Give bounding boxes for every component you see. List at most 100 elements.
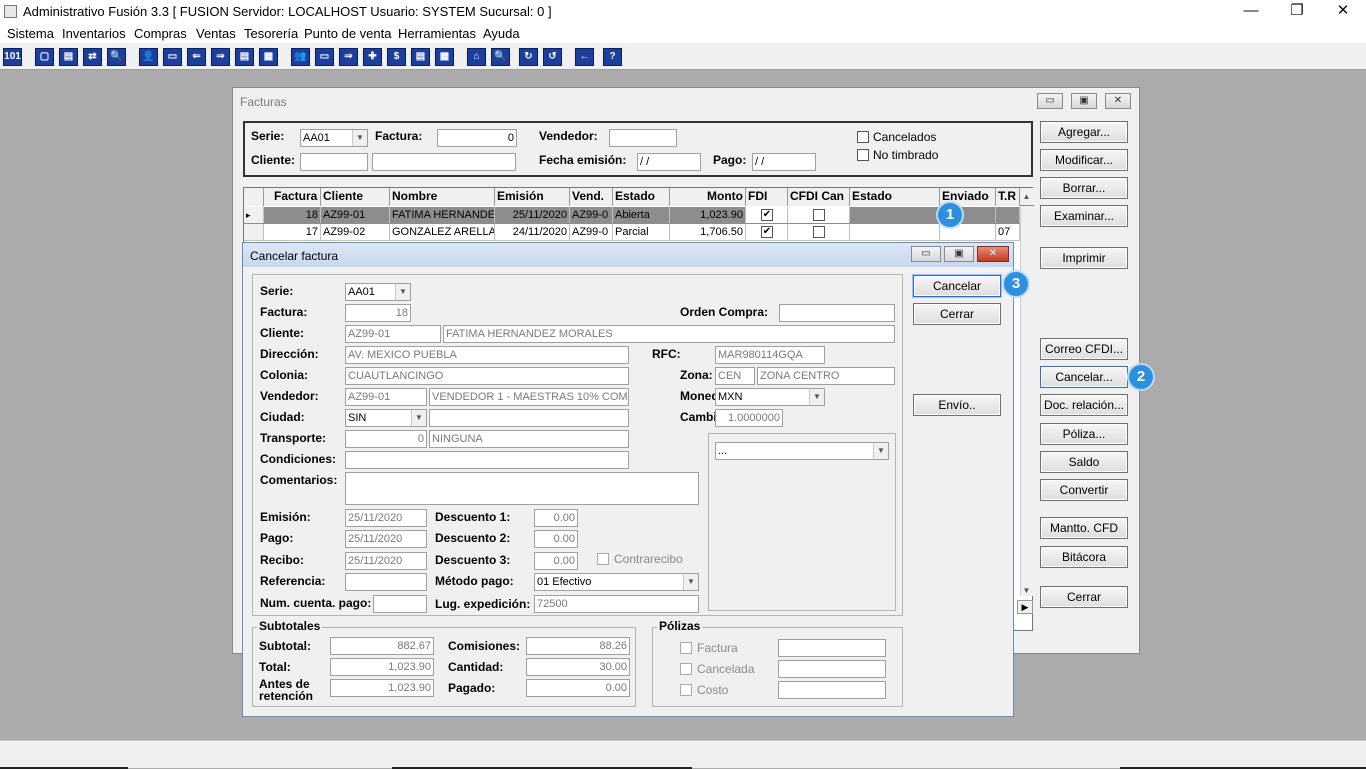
- extra-select[interactable]: ... ▼: [715, 442, 889, 460]
- toolbar-zoom-icon[interactable]: 🔍: [491, 48, 510, 66]
- modificar-button[interactable]: Modificar...: [1040, 149, 1128, 171]
- no-timbrado-checkbox[interactable]: [857, 149, 869, 161]
- menu-punto-de-venta[interactable]: Punto de venta: [304, 26, 391, 41]
- menu-sistema[interactable]: Sistema: [7, 26, 54, 41]
- menu-ventas[interactable]: Ventas: [196, 26, 236, 41]
- convertir-button[interactable]: Convertir: [1040, 479, 1128, 501]
- toolbar-dollar-icon[interactable]: $: [387, 48, 406, 66]
- borrar-button[interactable]: Borrar...: [1040, 177, 1128, 199]
- cancelados-checkbox[interactable]: [857, 131, 869, 143]
- toolbar-report-icon[interactable]: ▤: [411, 48, 430, 66]
- menu-tesoreria[interactable]: Tesorería: [244, 26, 298, 41]
- referencia-input[interactable]: [345, 573, 427, 591]
- cancelar-factura-button[interactable]: Cancelar...: [1040, 366, 1128, 388]
- toolbar-list-icon[interactable]: ▤: [59, 48, 78, 66]
- toolbar-home-icon[interactable]: ⌂: [467, 48, 486, 66]
- toolbar-arrow-left-icon[interactable]: ⇐: [187, 48, 206, 66]
- toolbar-101-icon[interactable]: 101: [3, 48, 22, 66]
- bitacora-button[interactable]: Bitácora: [1040, 546, 1128, 568]
- toolbar-refresh-icon[interactable]: ↻: [519, 48, 538, 66]
- envio-button[interactable]: Envío..: [913, 394, 1001, 416]
- scroll-up-icon[interactable]: ▲: [1020, 188, 1033, 206]
- confirmar-cancelar-button[interactable]: Cancelar: [913, 275, 1001, 297]
- toolbar-search-icon[interactable]: 🔍: [107, 48, 126, 66]
- orden-compra-input[interactable]: [779, 304, 895, 322]
- poliza-costo-checkbox[interactable]: [680, 684, 692, 696]
- menu-compras[interactable]: Compras: [134, 26, 187, 41]
- cerrar-facturas-button[interactable]: Cerrar: [1040, 586, 1128, 608]
- menu-herramientas[interactable]: Herramientas: [398, 26, 476, 41]
- moneda-select[interactable]: MXN ▼: [715, 388, 825, 406]
- cliente-name-input[interactable]: [372, 153, 516, 171]
- col-monto[interactable]: Monto: [670, 188, 746, 206]
- fdi-checkbox[interactable]: ✔: [761, 209, 773, 221]
- table-row[interactable]: 17 AZ99-02 GONZALEZ ARELLAN 24/11/2020 A…: [244, 224, 1020, 241]
- vendedor-input[interactable]: [609, 129, 677, 147]
- dialog-close-button[interactable]: ✕: [977, 246, 1009, 262]
- poliza-cancelada-checkbox[interactable]: [680, 663, 692, 675]
- col-cfdi-can[interactable]: CFDI Can: [788, 188, 850, 206]
- metodo-pago-select[interactable]: 01 Efectivo ▼: [534, 573, 699, 591]
- doc-relacion-button[interactable]: Doc. relación...: [1040, 394, 1128, 416]
- num-cuenta-pago-input[interactable]: [373, 595, 427, 613]
- saldo-button[interactable]: Saldo: [1040, 451, 1128, 473]
- toolbar-help-icon[interactable]: ?: [603, 48, 622, 66]
- toolbar-box-icon[interactable]: ▭: [163, 48, 182, 66]
- col-estado[interactable]: Estado: [613, 188, 670, 206]
- toolbar-folder-icon[interactable]: ▭: [315, 48, 334, 66]
- col-cliente[interactable]: Cliente: [321, 188, 390, 206]
- menu-ayuda[interactable]: Ayuda: [483, 26, 520, 41]
- col-vend[interactable]: Vend.: [570, 188, 613, 206]
- col-fdi[interactable]: FDI: [746, 188, 788, 206]
- toolbar-plus-icon[interactable]: ✚: [363, 48, 382, 66]
- cliente-code-input[interactable]: [300, 153, 368, 171]
- restore-button[interactable]: ❐: [1274, 0, 1320, 23]
- scroll-right-icon[interactable]: ▶: [1017, 600, 1033, 614]
- toolbar-user-icon[interactable]: 👤: [139, 48, 158, 66]
- scroll-down-icon[interactable]: ▼: [1020, 584, 1033, 598]
- menu-inventarios[interactable]: Inventarios: [62, 26, 126, 41]
- cfdi-can-checkbox[interactable]: [813, 209, 825, 221]
- poliza-factura-checkbox[interactable]: [680, 642, 692, 654]
- poliza-button[interactable]: Póliza...: [1040, 423, 1128, 445]
- col-estado-2[interactable]: Estado: [850, 188, 940, 206]
- close-button[interactable]: ✕: [1320, 0, 1366, 23]
- pago-input[interactable]: / /: [752, 153, 816, 171]
- facturas-close-button[interactable]: ✕: [1105, 93, 1131, 109]
- serie-select[interactable]: AA01 ▼: [300, 129, 368, 147]
- comentarios-textarea[interactable]: [345, 472, 699, 505]
- col-emision[interactable]: Emisión: [495, 188, 570, 206]
- correo-cfdi-button[interactable]: Correo CFDI...: [1040, 338, 1128, 360]
- dialog-maximize-button[interactable]: ▣: [944, 246, 974, 262]
- imprimir-button[interactable]: Imprimir: [1040, 247, 1128, 269]
- col-nombre[interactable]: Nombre: [390, 188, 495, 206]
- toolbar-undo-icon[interactable]: ↺: [543, 48, 562, 66]
- toolbar-grid-icon[interactable]: ▦: [259, 48, 278, 66]
- toolbar-table-icon[interactable]: ▦: [435, 48, 454, 66]
- cfdi-can-checkbox[interactable]: [813, 226, 825, 238]
- mantto-cfd-button[interactable]: Mantto. CFD: [1040, 517, 1128, 539]
- fecha-emision-input[interactable]: / /: [637, 153, 701, 171]
- agregar-button[interactable]: Agregar...: [1040, 121, 1128, 143]
- contrarecibo-checkbox[interactable]: [597, 553, 609, 565]
- toolbar-users-icon[interactable]: 👥: [291, 48, 310, 66]
- toolbar-document-icon[interactable]: ▤: [235, 48, 254, 66]
- table-row[interactable]: ▸ 18 AZ99-01 FATIMA HERNANDEZ 25/11/2020…: [244, 207, 1020, 224]
- fdi-checkbox[interactable]: ✔: [761, 226, 773, 238]
- col-tr[interactable]: T.R: [996, 188, 1020, 206]
- ciudad-name-field[interactable]: [429, 409, 629, 427]
- minimize-button[interactable]: —: [1228, 0, 1274, 23]
- dialog-minimize-button[interactable]: ▭: [911, 246, 941, 262]
- toolbar-exchange-icon[interactable]: ⇄: [83, 48, 102, 66]
- toolbar-arrow-right-icon[interactable]: ⇒: [211, 48, 230, 66]
- toolbar-back-icon[interactable]: ←: [575, 48, 594, 66]
- examinar-button[interactable]: Examinar...: [1040, 205, 1128, 227]
- ciudad-select[interactable]: SIN ▼: [345, 409, 427, 427]
- facturas-minimize-button[interactable]: ▭: [1037, 93, 1063, 109]
- grid-vertical-scrollbar[interactable]: [1020, 206, 1033, 596]
- factura-input[interactable]: 0: [437, 129, 517, 147]
- facturas-restore-button[interactable]: ▣: [1071, 93, 1097, 109]
- toolbar-window-icon[interactable]: ▢: [35, 48, 54, 66]
- serie-select[interactable]: AA01 ▼: [345, 283, 411, 301]
- toolbar-export-icon[interactable]: ⇒: [339, 48, 358, 66]
